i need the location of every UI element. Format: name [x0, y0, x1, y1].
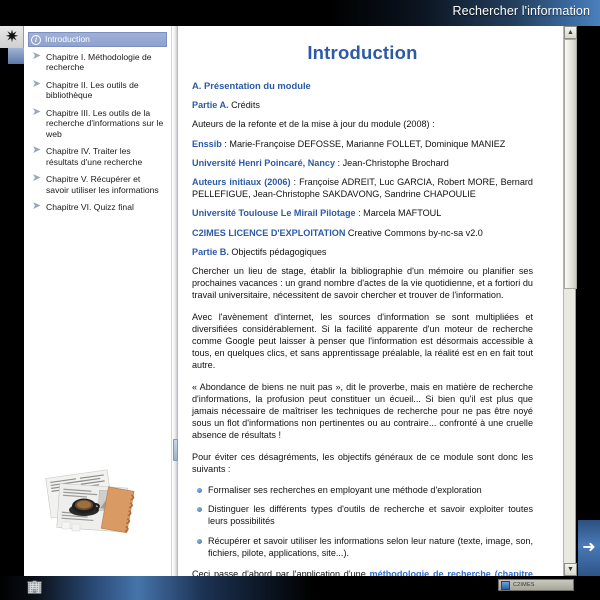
paragraph-2: Avec l'avènement d'internet, les sources… [192, 311, 533, 371]
sidebar-item-label: Chapitre II. Les outils de bibliothèque [46, 79, 139, 101]
sidebar-item-chapitre-6[interactable]: ➤ Chapitre VI. Quizz final [28, 200, 167, 215]
paragraph-5: Ceci passe d'abord par l'application d'u… [192, 568, 533, 576]
partie-b-label: Partie B. [192, 246, 229, 257]
document-body: Introduction A. Présentation du module P… [178, 26, 551, 576]
nancy-rest: : Jean-Christophe Brochard [335, 157, 449, 168]
status-badge-label: C2IMES [513, 582, 535, 588]
sidebar-splitter[interactable] [171, 26, 178, 576]
objectives-list: Formaliser ses recherches en employant u… [192, 484, 533, 559]
authors-intro: Auteurs de la refonte et de la mise à jo… [192, 119, 435, 130]
licence-rest: Creative Commons by-nc-sa v2.0 [345, 227, 483, 238]
paragraph-5-pre: Ceci passe d'abord par l'application d'u… [192, 569, 370, 576]
next-page-button[interactable]: ➜ [578, 520, 600, 576]
sidebar-item-chapitre-1[interactable]: ➤ Chapitre I. Méthodologie de recherche [28, 50, 167, 75]
star-icon: ✷ [4, 27, 20, 46]
licence-line: C2IMES LICENCE D'EXPLOITATION Creative C… [192, 227, 533, 239]
paragraph-1: Chercher un lieu de stage, établir la bi… [192, 266, 533, 301]
c2imes-logo-icon [501, 580, 510, 590]
sidebar-item-chapitre-5[interactable]: ➤ Chapitre V. Récupérer et savoir utilis… [28, 172, 167, 197]
toc-list: i Introduction ➤ Chapitre I. Méthodologi… [24, 26, 171, 215]
list-item: Formaliser ses recherches en employant u… [197, 484, 533, 496]
info-icon: i [31, 34, 41, 45]
arrow-right-icon: ➜ [582, 539, 596, 556]
content-scrollbar[interactable]: ▲ ▼ [563, 26, 577, 576]
initial-authors-label: Auteurs initiaux (2006) [192, 177, 291, 188]
partie-a-line: Partie A. Crédits [192, 99, 533, 111]
home-icon[interactable]: 🏢 [26, 579, 44, 595]
sidebar-toc: i Introduction ➤ Chapitre I. Méthodologi… [24, 26, 171, 576]
list-item: Distinguer les différents types d'outils… [197, 504, 533, 527]
sidebar-item-label: Introduction [45, 34, 90, 44]
sidebar-item-label: Chapitre III. Les outils de la recherche… [46, 107, 164, 139]
banner-title: Rechercher l'information [452, 4, 590, 18]
partie-a-label: Partie A. [192, 100, 229, 111]
sidebar-item-chapitre-2[interactable]: ➤ Chapitre II. Les outils de bibliothèqu… [28, 78, 167, 103]
newspaper-coffee-photo [36, 466, 158, 548]
nancy-label: Université Henri Poincaré, Nancy [192, 157, 336, 168]
scroll-up-button[interactable]: ▲ [564, 26, 577, 39]
left-rail [0, 26, 24, 576]
sidebar-item-label: Chapitre VI. Quizz final [46, 202, 134, 212]
page-title: Introduction [307, 42, 418, 63]
status-badge: C2IMES [498, 579, 574, 591]
sidebar-item-chapitre-4[interactable]: ➤ Chapitre IV. Traiter les résultats d'u… [28, 144, 167, 169]
mirail-label: Université Toulouse Le Mirail Pilotage [192, 208, 356, 219]
sidebar-item-label: Chapitre IV. Traiter les résultats d'une… [46, 146, 143, 167]
scroll-down-button[interactable]: ▼ [564, 563, 577, 576]
sidebar-item-label: Chapitre V. Récupérer et savoir utiliser… [46, 174, 159, 195]
top-banner: Rechercher l'information [0, 0, 600, 26]
enssib-label: Enssib [192, 138, 222, 149]
section-heading-a: A. Présentation du module [192, 80, 533, 92]
content-pane: Introduction A. Présentation du module P… [178, 26, 563, 576]
mirail-line: Université Toulouse Le Mirail Pilotage :… [192, 207, 533, 219]
paragraph-4: Pour éviter ces désagréments, les object… [192, 451, 533, 474]
paragraph-3: « Abondance de biens ne nuit pas », dit … [192, 381, 533, 441]
mirail-rest: : Marcela MAFTOUL [355, 208, 442, 219]
chevron-right-icon: ➤ [31, 49, 42, 62]
enssib-line: Enssib : Marie-Françoise DEFOSSE, Marian… [192, 138, 533, 150]
enssib-rest: : Marie-Françoise DEFOSSE, Marianne FOLL… [221, 138, 506, 149]
sidebar-item-introduction[interactable]: i Introduction [28, 32, 167, 47]
application-window: Rechercher l'information ✷ i Introductio… [0, 0, 600, 600]
licence-label: C2IMES LICENCE D'EXPLOITATION [192, 227, 346, 238]
partie-b-rest: Objectifs pédagogiques [228, 246, 327, 257]
partie-a-rest: Crédits [228, 100, 260, 111]
list-item: Récupérer et savoir utiliser les informa… [197, 535, 533, 558]
scrollbar-thumb[interactable] [564, 39, 577, 289]
initial-authors-line: Auteurs initiaux (2006) : Françoise ADRE… [192, 176, 533, 200]
chevron-right-icon: ➤ [31, 105, 42, 118]
sidebar-item-chapitre-3[interactable]: ➤ Chapitre III. Les outils de la recherc… [28, 106, 167, 142]
sidebar-item-label: Chapitre I. Méthodologie de recherche [46, 51, 152, 73]
bottom-status-bar: 🏢 C2IMES [0, 576, 600, 600]
chevron-right-icon: ➤ [31, 77, 42, 90]
rail-chip[interactable] [8, 48, 24, 64]
chevron-right-icon: ➤ [31, 144, 42, 156]
nancy-line: Université Henri Poincaré, Nancy : Jean-… [192, 157, 533, 169]
chevron-right-icon: ➤ [31, 200, 42, 212]
chevron-right-icon: ➤ [31, 172, 42, 184]
partie-b-line: Partie B. Objectifs pédagogiques [192, 246, 533, 258]
section-heading-a-text: A. Présentation du module [192, 80, 311, 91]
